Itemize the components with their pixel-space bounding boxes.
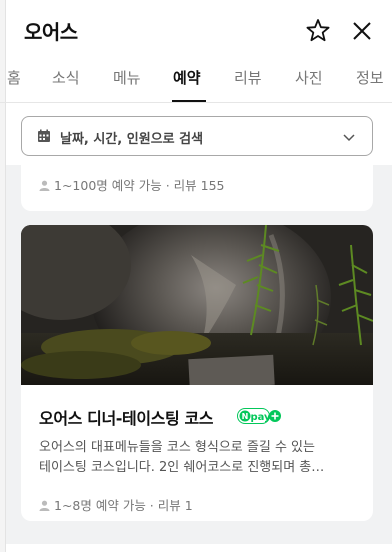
course-capacity: 1~8명 예약 가능	[54, 498, 146, 513]
calendar-icon	[38, 129, 50, 142]
tab-reviews[interactable]: 리뷰	[234, 67, 262, 88]
course-title: 오어스 디너-테이스팅 코스	[39, 409, 214, 428]
favorite-star-icon[interactable]	[304, 16, 332, 46]
chevron-down-icon	[343, 134, 355, 142]
person-icon	[39, 500, 50, 511]
previous-card-reviews: 리뷰 155	[173, 178, 225, 193]
previous-booking-card[interactable]: 1~100명 예약 가능 · 리뷰 155	[21, 165, 373, 211]
bottom-edge	[6, 544, 392, 552]
npay-label: pay	[250, 412, 271, 423]
course-description-line2: 테이스팅 코스입니다. 2인 쉐어코스로 진행되며 총…	[39, 460, 325, 475]
place-header: 오어스	[6, 0, 392, 60]
place-title: 오어스	[24, 20, 78, 44]
date-time-people-search-button[interactable]: 날짜, 시간, 인원으로 검색	[21, 116, 373, 156]
course-card[interactable]: 오어스 디너-테이스팅 코스 N pay 오어스의 대표메뉴들을 코스 형식으로…	[21, 225, 373, 521]
course-description-line1: 오어스의 대표메뉴들을 코스 형식으로 즐길 수 있는	[39, 440, 315, 455]
tab-menu[interactable]: 메뉴	[113, 67, 141, 88]
reservation-list: 1~100명 예약 가능 · 리뷰 155 오어스 디너-테이스팅 코스 N p…	[6, 165, 392, 552]
search-label: 날짜, 시간, 인원으로 검색	[60, 132, 204, 147]
tab-reservation[interactable]: 예약	[173, 67, 201, 88]
course-meta: 1~8명 예약 가능 · 리뷰 1	[39, 495, 193, 514]
tab-photos[interactable]: 사진	[295, 67, 323, 88]
course-photo	[21, 225, 373, 385]
tab-home[interactable]: 홈	[7, 67, 21, 88]
tab-news[interactable]: 소식	[52, 67, 80, 88]
tab-bar: 홈 소식 메뉴 예약 리뷰 사진 정보	[0, 60, 392, 103]
tab-info[interactable]: 정보	[356, 67, 384, 88]
course-description: 오어스의 대표메뉴들을 코스 형식으로 즐길 수 있는 테이스팅 코스입니다. …	[39, 438, 357, 478]
svg-text:N: N	[242, 412, 249, 421]
previous-card-meta: 1~100명 예약 가능 · 리뷰 155	[39, 175, 225, 194]
booking-panel: 오어스 홈 소식 메뉴 예약 리뷰 사진 정보 날짜, 시간, 인원으로 검색 …	[0, 0, 392, 552]
npay-badge-icon: N pay	[237, 408, 281, 424]
course-reviews: 리뷰 1	[157, 498, 193, 513]
previous-card-capacity: 1~100명 예약 가능	[54, 178, 162, 193]
close-icon[interactable]	[348, 16, 376, 46]
person-icon	[39, 180, 50, 191]
search-area: 날짜, 시간, 인원으로 검색	[6, 103, 392, 165]
